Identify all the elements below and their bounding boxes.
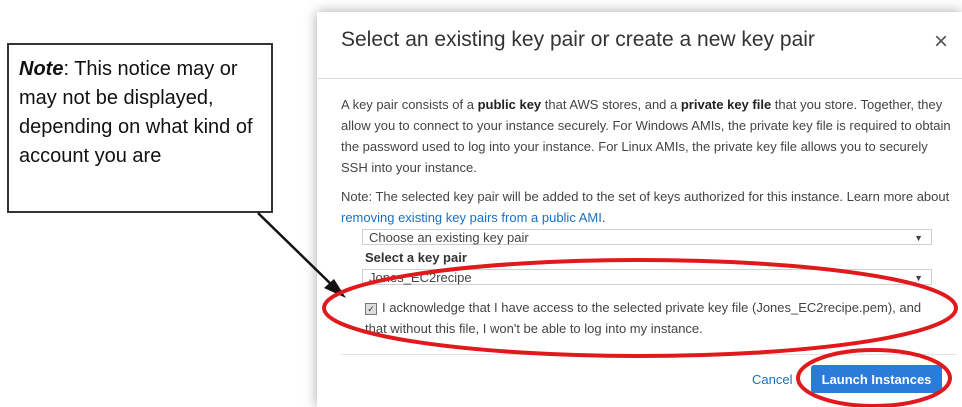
note-callout-label: Note xyxy=(19,58,64,80)
key-pair-select[interactable]: Jones_EC2recipe ▼ xyxy=(362,269,932,285)
footer-divider xyxy=(341,354,956,355)
dropdown-arrow-icon: ▼ xyxy=(914,233,923,243)
close-icon[interactable]: × xyxy=(934,28,948,56)
key-pair-mode-select[interactable]: Choose an existing key pair ▼ xyxy=(362,229,932,245)
acknowledge-row: ✓ I acknowledge that I have access to the… xyxy=(365,297,940,339)
key-pair-mode-value: Choose an existing key pair xyxy=(369,230,529,245)
dialog-title: Select an existing key pair or create a … xyxy=(341,28,815,51)
key-pair-select-value: Jones_EC2recipe xyxy=(369,270,472,285)
description-part2: that AWS stores, and a xyxy=(541,97,681,112)
acknowledge-checkbox[interactable]: ✓ xyxy=(365,303,377,315)
note-text: Note: The selected key pair will be adde… xyxy=(341,189,950,204)
launch-instances-button[interactable]: Launch Instances xyxy=(811,365,942,393)
dropdown-arrow-icon: ▼ xyxy=(914,273,923,283)
key-pair-dialog: Select an existing key pair or create a … xyxy=(317,12,962,407)
note-after: . xyxy=(601,210,606,225)
description-part1: A key pair consists of a xyxy=(341,97,478,112)
remove-key-pairs-link[interactable]: removing existing key pairs from a publi… xyxy=(341,210,602,225)
key-pair-note: Note: The selected key pair will be adde… xyxy=(341,186,956,228)
cancel-button[interactable]: Cancel xyxy=(752,372,792,387)
dialog-header: Select an existing key pair or create a … xyxy=(317,12,962,79)
key-pair-description: A key pair consists of a public key that… xyxy=(341,94,956,178)
select-key-pair-label: Select a key pair xyxy=(365,250,467,265)
description-public-key: public key xyxy=(477,97,542,112)
acknowledge-text: I acknowledge that I have access to the … xyxy=(365,300,922,336)
note-callout: Note: This notice may or may not be disp… xyxy=(7,43,273,213)
description-private-key: private key file xyxy=(680,97,772,112)
